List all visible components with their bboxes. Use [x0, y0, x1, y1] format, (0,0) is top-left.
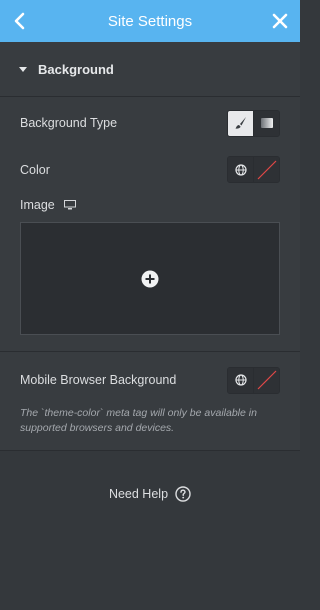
mobile-color-controls	[227, 366, 280, 394]
background-type-label: Background Type	[20, 116, 118, 130]
gradient-icon	[260, 118, 273, 128]
chevron-left-icon[interactable]	[12, 11, 28, 31]
mobile-background-row: Mobile Browser Background	[20, 352, 280, 402]
background-section-toggle[interactable]: Background	[0, 42, 300, 97]
theme-color-note: The `theme-color` meta tag will only be …	[20, 407, 257, 434]
question-circle-icon	[175, 486, 191, 502]
image-label: Image	[20, 198, 55, 212]
mobile-global-color-button[interactable]	[228, 367, 253, 393]
page-title: Site Settings	[107, 12, 193, 30]
background-type-row: Background Type	[20, 97, 280, 149]
globe-icon	[234, 163, 247, 176]
background-type-switch	[227, 109, 280, 137]
mobile-background-label: Mobile Browser Background	[20, 373, 177, 387]
header-bar: Site Settings	[0, 0, 300, 42]
section-title: Background	[38, 61, 114, 77]
no-color-icon	[257, 160, 276, 179]
mobile-color-picker-button[interactable]	[253, 367, 279, 393]
classic-background-button[interactable]	[228, 110, 253, 136]
brush-icon	[235, 117, 246, 129]
need-help-link[interactable]: Need Help	[0, 486, 300, 502]
global-color-button[interactable]	[228, 157, 253, 182]
image-upload-area[interactable]	[20, 222, 280, 335]
image-label-row: Image	[20, 190, 280, 220]
color-picker-button[interactable]	[253, 157, 279, 182]
need-help-label: Need Help	[108, 487, 169, 501]
no-color-icon	[257, 370, 276, 390]
caret-down-icon	[19, 67, 27, 72]
gradient-background-button[interactable]	[253, 110, 279, 136]
color-label: Color	[20, 162, 50, 177]
close-icon[interactable]	[271, 12, 289, 30]
background-section: Background Type Color Image Mobile Brows…	[0, 97, 300, 451]
color-controls	[227, 156, 280, 183]
plus-circle-icon	[141, 270, 159, 287]
globe-icon	[234, 374, 247, 386]
desktop-icon[interactable]	[63, 200, 76, 210]
color-row: Color	[20, 149, 280, 190]
